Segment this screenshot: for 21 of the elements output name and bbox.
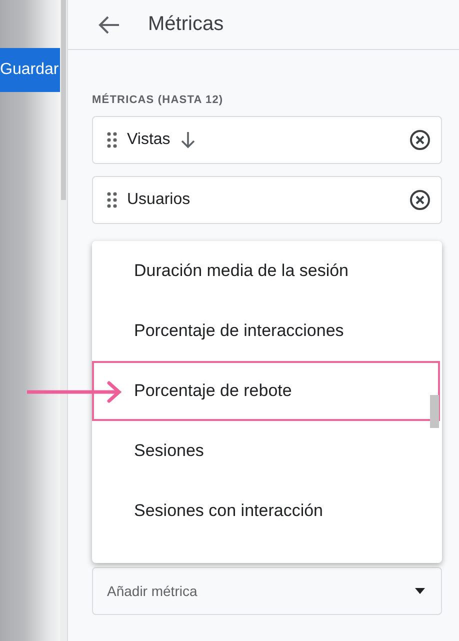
remove-icon[interactable] [409,189,431,211]
add-metric-dropdown[interactable]: Añadir métrica [92,567,442,615]
menu-item[interactable]: Porcentaje de interacciones [92,301,440,361]
save-button[interactable]: Guardar [0,48,60,92]
menu-item[interactable]: Sesiones [92,421,440,481]
menu-item[interactable]: Sesiones con interacción [92,481,440,541]
scrollbar-thumb[interactable] [61,0,66,200]
menu-scrollbar-thumb[interactable] [430,395,439,428]
remove-icon[interactable] [409,129,431,151]
menu-item[interactable]: Porcentaje de rebote [92,361,440,421]
menu-item[interactable]: Duración media de la sesión [92,241,440,301]
panel-title: Métricas [148,13,224,36]
metric-name: Usuarios [127,191,190,209]
sort-down-icon[interactable] [180,131,196,149]
drag-handle-icon[interactable] [107,132,117,148]
drag-handle-icon[interactable] [107,192,117,208]
section-label: MÉTRICAS (HASTA 12) [92,94,224,106]
add-metric-input[interactable]: Añadir métrica [105,582,415,600]
dropdown-caret-icon[interactable] [415,588,425,594]
back-arrow-icon[interactable] [98,14,120,34]
metric-name: Vistas [127,131,170,149]
